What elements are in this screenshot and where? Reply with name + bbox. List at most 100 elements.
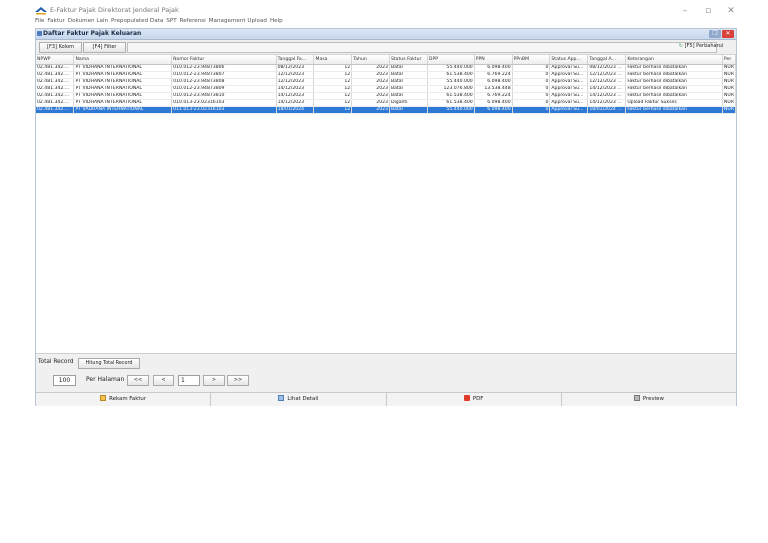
hitung-total-button[interactable]: Hitung Total Record (78, 358, 140, 369)
frame-icon (37, 31, 42, 36)
restore-icon[interactable]: ❐ (709, 30, 721, 38)
column-header[interactable]: NPWP (36, 55, 75, 65)
column-header[interactable]: Status Faktur (389, 55, 428, 65)
table-cell: 123.076.800 (427, 85, 475, 93)
column-header[interactable]: PPnBM (512, 55, 551, 65)
close-icon[interactable]: ✕ (720, 4, 742, 18)
efaktur-logo-icon (35, 7, 47, 15)
table-header-row: NPWP Nama Nomor Faktur Tanggal Fa... Masa Tah… (36, 55, 736, 65)
maximize-icon[interactable]: ▫ (697, 4, 719, 18)
table-cell: PT VIDHANA INTERNATIONAL (73, 99, 173, 107)
menu-management-upload[interactable]: Management Upload (209, 18, 267, 27)
table-cell: 2023 (351, 71, 390, 79)
column-header[interactable]: Tanggal Fa... (276, 55, 315, 65)
table-cell: 0 (512, 92, 551, 100)
table-cell: 14/12/2023 (276, 99, 315, 107)
table-cell: 02.481.342.... (36, 92, 75, 100)
faktur-table: NPWP Nama Nomor Faktur Tanggal Fa... Masa Tah… (36, 55, 736, 114)
filter-button[interactable]: [F4] Filter (83, 42, 126, 53)
table-cell: 6.098.400 (474, 78, 513, 86)
refresh-label: [F5] Perbaharui (684, 43, 724, 49)
table-cell: 6.098.400 (474, 99, 513, 107)
add-document-icon (100, 395, 107, 401)
table-row[interactable]: 02.481.342.... PT VIDHANA INTERNATIONAL 01… (36, 92, 736, 100)
menu-faktur[interactable]: Faktur (47, 18, 64, 27)
menu-help[interactable]: Help (270, 18, 283, 27)
table-cell: 0 (512, 71, 551, 79)
table-cell: 010.012-23.94873810 (171, 92, 277, 100)
kolom-button[interactable]: [F3] Kolom (39, 42, 82, 53)
action-bar: Rekam Faktur Lihat Detail PDF Preview (36, 392, 736, 406)
column-header[interactable]: Status App... (549, 55, 589, 65)
table-cell: 6.769.224 (474, 71, 513, 79)
table-cell: 12 (313, 71, 353, 79)
pdf-button[interactable]: PDF (387, 393, 562, 406)
last-page-button[interactable]: >> (227, 375, 249, 386)
column-header[interactable]: Tahun (351, 55, 390, 65)
menu-referensi[interactable]: Referensi (180, 18, 206, 27)
rekam-faktur-label: Rekam Faktur (109, 396, 147, 402)
table-cell: 010.012-23.94873806 (171, 64, 277, 72)
menu-dokumen-lain[interactable]: Dokumen Lain (68, 18, 108, 27)
table-row[interactable]: 02.481.342.... PT VADHANA INTERNATIONAL 01… (36, 106, 736, 114)
table-cell: Upload Faktur Sukses (625, 99, 723, 107)
table-cell: NUR (722, 92, 736, 100)
first-page-button[interactable]: << (127, 375, 149, 386)
table-cell: 12/12/2023 ... (587, 78, 627, 86)
table-cell: Batal (389, 85, 428, 93)
table-row[interactable]: 02.481.342.... PT VIDHANA INTERNATIONAL 01… (36, 64, 736, 72)
column-header[interactable]: PPN (474, 55, 513, 65)
prev-page-button[interactable]: < (153, 375, 174, 386)
table-cell: 2023 (351, 78, 390, 86)
lihat-detail-button[interactable]: Lihat Detail (211, 393, 387, 406)
table-cell: 18/01/2024 ... (587, 106, 627, 114)
table-cell: 12 (313, 64, 353, 72)
table-row[interactable]: 02.481.342.... PT VIDHANA INTERNATIONAL 01… (36, 99, 736, 107)
menu-prepopulated-data[interactable]: Prepopulated Data (111, 18, 163, 27)
table-cell: 0 (512, 64, 551, 72)
column-header[interactable]: Per (722, 55, 736, 65)
table-cell: Faktur berhasil dibatalkan (625, 92, 723, 100)
refresh-button[interactable]: ↻ [F5] Perbaharui (669, 42, 733, 51)
table-cell: NUR (722, 85, 736, 93)
table-cell: 2023 (351, 64, 390, 72)
table-row[interactable]: 02.481.342.... PT VIDHANA INTERNATIONAL 01… (36, 85, 736, 93)
table-cell: 010.013-23.02316103 (171, 99, 277, 107)
column-header[interactable]: DPP (427, 55, 475, 65)
rekam-faktur-button[interactable]: Rekam Faktur (36, 393, 212, 406)
table-cell: NUR (722, 71, 736, 79)
table-cell: 13.538.448 (474, 85, 513, 93)
table-cell: 14/12/2023 ... (587, 85, 627, 93)
column-header[interactable]: Nama (73, 55, 173, 65)
column-header[interactable]: Masa (313, 55, 353, 65)
table-cell: 55.440.000 (427, 78, 475, 86)
table-cell: Approval Su... (549, 78, 589, 86)
column-header[interactable]: Keterangan (625, 55, 723, 65)
menu-file[interactable]: File (35, 18, 44, 27)
preview-button[interactable]: Preview (562, 393, 736, 406)
filter-info-field (127, 42, 717, 53)
table-cell: 14/12/2023 (276, 85, 315, 93)
table-cell: NUR (722, 106, 736, 114)
column-header[interactable]: Nomor Faktur (171, 55, 277, 65)
page-number-input[interactable]: 1 (178, 375, 200, 386)
table-cell: 12 (313, 106, 353, 114)
table-cell: 12/12/2023 (276, 78, 315, 86)
table-cell: 12 (313, 78, 353, 86)
table-cell: Batal (389, 106, 428, 114)
toolbar: [F3] Kolom [F4] Filter ↻ [F5] Perbaharui (36, 40, 736, 55)
table-cell: Approval Su... (549, 99, 589, 107)
table-cell: PT VIDHANA INTERNATIONAL (73, 71, 173, 79)
table-row[interactable]: 02.481.342.... PT VIDHANA INTERNATIONAL 01… (36, 71, 736, 79)
frame-close-icon[interactable]: ✕ (722, 30, 734, 38)
minimize-icon[interactable]: – (674, 4, 696, 18)
table-cell: 0 (512, 85, 551, 93)
per-page-input[interactable]: 100 (53, 375, 76, 386)
menu-spt[interactable]: SPT (166, 18, 176, 27)
lihat-detail-label: Lihat Detail (287, 396, 319, 402)
column-header[interactable]: Tanggal A... (587, 55, 627, 65)
footer-panel: Total Record Hitung Total Record 100 Per… (36, 354, 736, 406)
next-page-button[interactable]: > (203, 375, 225, 386)
table-row[interactable]: 02.481.342.... PT VIDHANA INTERNATIONAL 01… (36, 78, 736, 86)
table-cell: 55.440.000 (427, 106, 475, 114)
